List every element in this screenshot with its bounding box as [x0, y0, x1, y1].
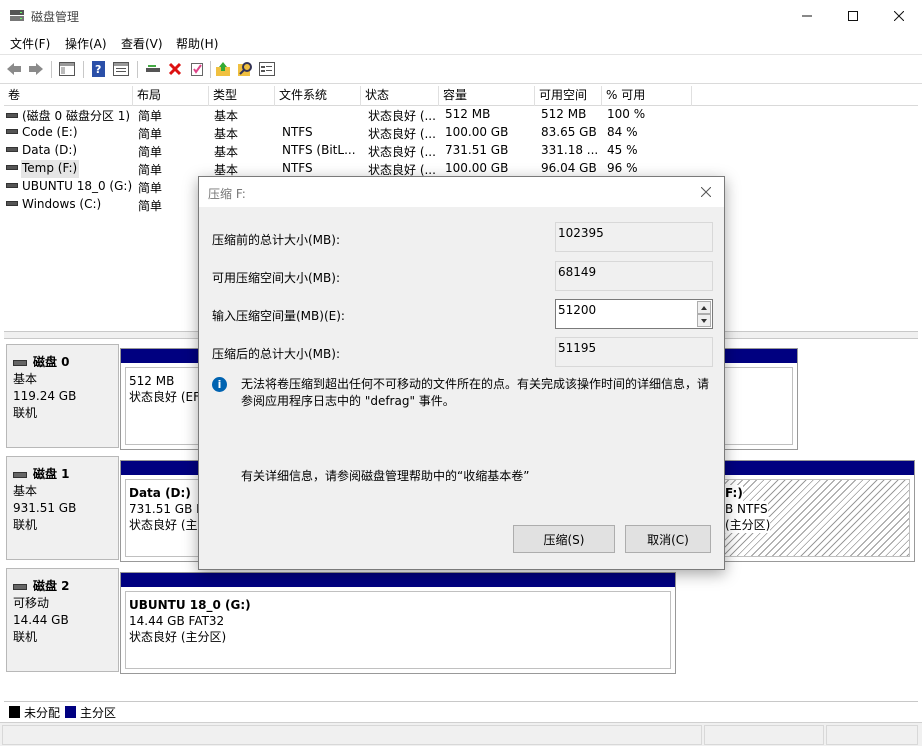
legend: 未分配 主分区: [4, 701, 918, 721]
properties-icon[interactable]: [112, 60, 130, 78]
chevron-down-icon: [701, 318, 707, 323]
disk-2-partition-ubuntu[interactable]: UBUNTU 18_0 (G:) 14.44 GB FAT32 状态良好 (主分…: [120, 572, 676, 674]
window-title: 磁盘管理: [31, 10, 80, 24]
table-row[interactable]: Code (E:) 简单 基本 NTFS 状态良好 (... 100.00 GB…: [4, 124, 918, 142]
shrink-amount-label: 输入压缩空间量(MB)(E):: [212, 309, 345, 323]
disk-icon: [13, 359, 27, 366]
legend-swatch-primary: [65, 706, 76, 718]
cancel-button[interactable]: 取消(C): [625, 525, 711, 553]
toolbar: ?: [0, 54, 922, 84]
maximize-icon: [848, 10, 858, 21]
column-filesystem[interactable]: 文件系统: [275, 86, 361, 106]
minimize-icon: [802, 15, 812, 16]
total-before-value: 102395: [555, 222, 713, 252]
settings-icon[interactable]: [258, 60, 276, 78]
volume-list-header: 卷 布局 类型 文件系统 状态 容量 可用空间 % 可用: [4, 86, 918, 106]
menu-help[interactable]: 帮助(H): [176, 35, 218, 52]
disk-2-info[interactable]: 磁盘 2 可移动 14.44 GB 联机: [6, 568, 119, 672]
disk-1-info[interactable]: 磁盘 1 基本 931.51 GB 联机: [6, 456, 119, 560]
partition-temp-f[interactable]: F:) B NTFS (主分区): [721, 479, 910, 557]
drive-icon: [6, 129, 18, 134]
dialog-title-bar: 压缩 F:: [199, 177, 724, 207]
legend-label-primary: 主分区: [80, 706, 117, 720]
drive-icon: [6, 113, 18, 118]
column-percent-free[interactable]: % 可用: [602, 86, 692, 106]
chevron-up-icon: [701, 305, 707, 310]
dialog-title: 压缩 F:: [208, 187, 246, 201]
svg-text:?: ?: [95, 63, 101, 76]
column-free-space[interactable]: 可用空间: [535, 86, 602, 106]
table-row[interactable]: Data (D:) 简单 基本 NTFS (BitL... 状态良好 (... …: [4, 142, 918, 160]
column-volume[interactable]: 卷: [4, 86, 133, 106]
check-icon[interactable]: [188, 60, 206, 78]
search-icon[interactable]: [236, 60, 254, 78]
shrink-amount-input[interactable]: [558, 303, 688, 317]
help-icon[interactable]: ?: [90, 60, 108, 78]
total-before-label: 压缩前的总计大小(MB):: [212, 233, 340, 247]
menu-file[interactable]: 文件(F): [10, 35, 50, 52]
total-after-label: 压缩后的总计大小(MB):: [212, 347, 340, 361]
help-message: 有关详细信息，请参阅磁盘管理帮助中的“收缩基本卷”: [241, 469, 530, 483]
menu-action[interactable]: 操作(A): [65, 35, 107, 52]
legend-label-unallocated: 未分配: [24, 706, 61, 720]
menu-view[interactable]: 查看(V): [121, 35, 163, 52]
shrink-amount-stepper: [555, 299, 713, 329]
drive-icon: [6, 183, 18, 188]
close-button[interactable]: [876, 0, 922, 31]
delete-icon[interactable]: [166, 60, 184, 78]
column-status[interactable]: 状态: [361, 86, 439, 106]
close-icon: [894, 10, 904, 21]
close-icon: [701, 187, 711, 197]
spin-up-button[interactable]: [697, 301, 711, 314]
shrink-dialog: 压缩 F: 压缩前的总计大小(MB): 102395 可用压缩空间大小(MB):…: [198, 176, 725, 570]
import-icon[interactable]: [214, 60, 232, 78]
minimize-button[interactable]: [784, 0, 830, 31]
legend-swatch-unallocated: [9, 706, 20, 718]
status-bar: [0, 722, 922, 746]
column-capacity[interactable]: 容量: [439, 86, 535, 106]
disk-0-info[interactable]: 磁盘 0 基本 119.24 GB 联机: [6, 344, 119, 448]
table-row[interactable]: (磁盘 0 磁盘分区 1) 简单 基本 状态良好 (... 512 MB 512…: [4, 106, 918, 124]
title-bar: 磁盘管理: [0, 0, 922, 31]
info-icon: i: [212, 377, 227, 392]
disk-icon: [13, 471, 27, 478]
disk-management-icon: [10, 10, 24, 21]
info-message: 无法将卷压缩到超出任何不可移动的文件所在的点。有关完成该操作时间的详细信息，请 …: [241, 377, 710, 408]
available-shrink-label: 可用压缩空间大小(MB):: [212, 271, 340, 285]
back-icon[interactable]: [5, 60, 23, 78]
partition-bar: [121, 573, 675, 587]
shrink-button[interactable]: 压缩(S): [513, 525, 615, 553]
available-shrink-value: 68149: [555, 261, 713, 291]
maximize-button[interactable]: [830, 0, 876, 31]
forward-icon[interactable]: [27, 60, 45, 78]
dialog-close-button[interactable]: [694, 180, 718, 204]
column-type[interactable]: 类型: [209, 86, 275, 106]
drive-icon: [6, 201, 18, 206]
console-tree-icon[interactable]: [58, 60, 76, 78]
disk-icon: [13, 583, 27, 590]
spin-down-button[interactable]: [697, 314, 711, 327]
column-layout[interactable]: 布局: [133, 86, 209, 106]
total-after-value: 51195: [555, 337, 713, 367]
drive-icon: [6, 147, 18, 152]
drive-icon: [6, 165, 18, 170]
menu-bar: 文件(F) 操作(A) 查看(V) 帮助(H): [0, 31, 922, 54]
connect-icon[interactable]: [144, 60, 162, 78]
